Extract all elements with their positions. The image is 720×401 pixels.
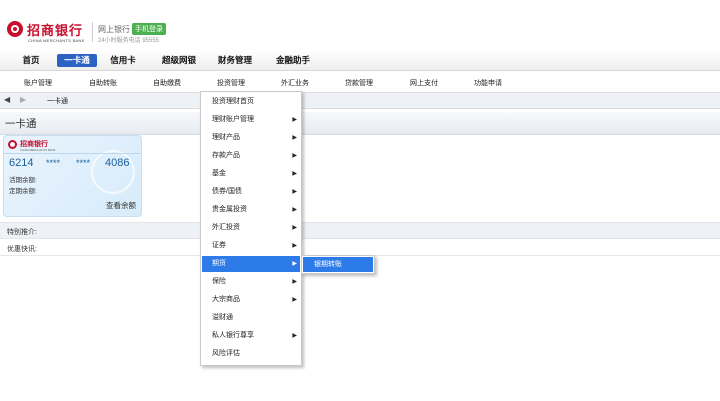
nav-finance-mgmt[interactable]: 财务管理: [212, 54, 258, 67]
sub-nav: 账户管理 自助转账 自助缴费 投资管理 外汇业务 贷款管理 网上支付 功能申请: [0, 72, 720, 93]
nav-yikatong[interactable]: 一卡通: [57, 54, 97, 67]
menu-item-label: 贵金属投资: [212, 206, 247, 213]
header: 招商银行 CHINA MERCHANTS BANK 网上银行 手机登录 24小时…: [0, 0, 720, 50]
menu-item-label: 存款产品: [212, 152, 240, 159]
bank-name: 招商银行: [27, 23, 84, 38]
submenu-arrow-icon: ▶: [292, 207, 297, 213]
nav-super-ebank[interactable]: 超级网银: [156, 54, 202, 67]
card-bank-logo-icon: [8, 140, 17, 149]
menu-item-label: 外汇投资: [212, 224, 240, 231]
menu-item-bank-futures-transfer[interactable]: 银期转账: [303, 257, 373, 272]
submenu-arrow-icon: ▶: [292, 225, 297, 231]
forward-arrow-icon[interactable]: ▶: [20, 95, 26, 104]
investment-dropdown-menu: 投资理财首页 理财账户管理 ▶ 理财产品 ▶ 存款产品 ▶ 基金 ▶ 债券/国债 ▶ 贵金属投资 ▶ 外汇…: [200, 91, 302, 366]
online-banking-title: 网上银行: [98, 25, 130, 34]
nav-credit-card[interactable]: 信用卡: [105, 54, 141, 67]
debit-card: 招商银行 CHINA MERCHANTS BANK 6214 **** ****…: [3, 135, 142, 217]
menu-item-label: 风险评估: [212, 350, 240, 357]
menu-item-label: 投资理财首页: [212, 98, 254, 105]
subnav-transfer[interactable]: 自助转账: [89, 78, 117, 88]
breadcrumb: ◀ ▶ 一卡通: [0, 93, 720, 109]
card-bank-name-en: CHINA MERCHANTS BANK: [20, 148, 56, 152]
menu-item[interactable]: 期货 ▶: [202, 256, 300, 272]
menu-item[interactable]: 大宗商品 ▶: [202, 292, 300, 308]
service-hotline: 24小时服务电话 95555: [98, 38, 160, 44]
promo-label: 优惠快讯:: [7, 246, 37, 253]
menu-item[interactable]: 投资理财首页: [202, 94, 300, 110]
submenu-arrow-icon: ▶: [292, 171, 297, 177]
current-balance-label: 活期余额:: [9, 177, 37, 184]
mobile-login-badge[interactable]: 手机登录: [132, 23, 166, 35]
submenu-arrow-icon: ▶: [292, 189, 297, 195]
menu-item[interactable]: 理财账户管理 ▶: [202, 112, 300, 128]
menu-item[interactable]: 基金 ▶: [202, 166, 300, 182]
menu-item[interactable]: 存款产品 ▶: [202, 148, 300, 164]
menu-item-label: 大宗商品: [212, 296, 240, 303]
page-title-bar: 一卡通: [0, 112, 720, 135]
subnav-bill-pay[interactable]: 自助缴费: [153, 78, 181, 88]
submenu-arrow-icon: ▶: [292, 279, 297, 285]
header-divider: [92, 22, 93, 42]
menu-item-label: 银期转账: [314, 261, 342, 268]
subnav-function-apply[interactable]: 功能申请: [474, 78, 502, 88]
menu-item[interactable]: 理财产品 ▶: [202, 130, 300, 146]
menu-item[interactable]: 保险 ▶: [202, 274, 300, 290]
menu-item-label: 溢财通: [212, 314, 233, 321]
card-number-part: 6214: [9, 157, 34, 169]
menu-item[interactable]: 外汇投资 ▶: [202, 220, 300, 236]
submenu-arrow-icon: ▶: [292, 153, 297, 159]
nav-finance-assistant[interactable]: 金融助手: [270, 54, 316, 67]
bank-name-en: CHINA MERCHANTS BANK: [28, 38, 85, 43]
subnav-forex[interactable]: 外汇业务: [281, 78, 309, 88]
main-nav: 首页 一卡通 信用卡 超级网银 财务管理 金融助手: [0, 50, 720, 71]
menu-item-label: 保险: [212, 278, 226, 285]
menu-item-label: 期货: [212, 260, 226, 267]
menu-item[interactable]: 证券 ▶: [202, 238, 300, 254]
menu-item[interactable]: 溢财通: [202, 310, 300, 326]
menu-item-label: 理财账户管理: [212, 116, 254, 123]
submenu-arrow-icon: ▶: [292, 243, 297, 249]
menu-item-label: 理财产品: [212, 134, 240, 141]
menu-item[interactable]: 私人银行尊享 ▶: [202, 328, 300, 344]
breadcrumb-current: 一卡通: [47, 98, 68, 105]
subnav-loan[interactable]: 贷款管理: [345, 78, 373, 88]
nav-home[interactable]: 首页: [14, 54, 48, 67]
view-balance-link[interactable]: 查看余额: [106, 200, 136, 211]
subnav-online-pay[interactable]: 网上支付: [410, 78, 438, 88]
submenu-arrow-icon: ▶: [292, 297, 297, 303]
special-offer-label: 特别推介:: [7, 229, 37, 236]
submenu-arrow-icon: ▶: [292, 261, 297, 267]
futures-submenu: 银期转账: [301, 255, 375, 274]
menu-item[interactable]: 债券/国债 ▶: [202, 184, 300, 200]
subnav-account-mgmt[interactable]: 账户管理: [24, 78, 52, 88]
subnav-investment[interactable]: 投资管理: [217, 78, 245, 88]
special-offer-row: 特别推介:: [0, 222, 720, 239]
promo-row: 优惠快讯:: [0, 240, 720, 256]
menu-item-label: 证券: [212, 242, 226, 249]
card-number-part: 4086: [105, 157, 130, 169]
back-arrow-icon[interactable]: ◀: [4, 95, 10, 104]
menu-item-label: 债券/国债: [212, 188, 242, 195]
fixed-balance-label: 定期余额:: [9, 188, 37, 195]
card-number-part: ****: [76, 158, 91, 168]
card-number-part: ****: [46, 158, 61, 168]
submenu-arrow-icon: ▶: [292, 333, 297, 339]
bank-logo-icon: [7, 21, 23, 37]
menu-item[interactable]: 风险评估: [202, 346, 300, 362]
submenu-arrow-icon: ▶: [292, 135, 297, 141]
menu-item-label: 基金: [212, 170, 226, 177]
menu-item-label: 私人银行尊享: [212, 332, 254, 339]
menu-item[interactable]: 贵金属投资 ▶: [202, 202, 300, 218]
page-title: 一卡通: [5, 118, 37, 130]
card-divider: [4, 153, 141, 154]
submenu-arrow-icon: ▶: [292, 117, 297, 123]
